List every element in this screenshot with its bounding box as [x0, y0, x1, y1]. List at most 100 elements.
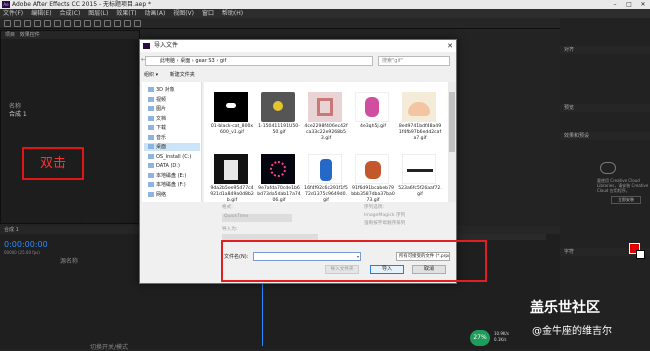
maximize-icon[interactable]: □: [622, 0, 636, 9]
text-tool-icon[interactable]: [94, 20, 101, 27]
menu-composition[interactable]: 合成(C): [59, 10, 80, 17]
pan-tool-icon[interactable]: [64, 20, 71, 27]
folder-icon: [148, 182, 154, 187]
file-item[interactable]: 4e3qh5j.gif: [351, 88, 393, 148]
tree-item[interactable]: 本地磁盘 (E:): [148, 172, 186, 180]
tree-item[interactable]: 本地磁盘 (F:): [148, 181, 186, 189]
project-tab[interactable]: 项目: [5, 32, 15, 38]
black-cat-thumb: [214, 92, 248, 122]
menu-view[interactable]: 视图(V): [173, 10, 194, 17]
file-item[interactable]: 9da2b5ee95d77c4921d1a849a0d8b2b.gif: [210, 150, 254, 202]
filename-dropdown-icon[interactable]: ▾: [357, 252, 359, 261]
menu-help[interactable]: 帮助(H): [222, 10, 243, 17]
menu-file[interactable]: 文件(F): [3, 10, 23, 17]
tool-bar: [0, 18, 650, 29]
tree-item[interactable]: 桌面: [144, 143, 200, 151]
crumb-gears3[interactable]: gear S3: [195, 58, 214, 64]
tree-item[interactable]: OS_Install (C:): [148, 153, 191, 161]
tree-item[interactable]: 图片: [148, 105, 166, 113]
search-box[interactable]: 搜索"gif": [378, 56, 450, 66]
file-item[interactable]: 1-150411191U50-50.gif: [257, 88, 300, 148]
selection-tool-icon[interactable]: [14, 20, 21, 27]
folder-icon: [148, 106, 154, 111]
hand-tool-icon[interactable]: [24, 20, 31, 27]
address-bar[interactable]: 此电脑 › 桌面 › gear S3 › gif: [145, 56, 373, 66]
file-item[interactable]: 01-black-cat_800x600_v1.gif: [210, 88, 253, 148]
stamp-tool-icon[interactable]: [114, 20, 121, 27]
file-grid: 01-black-cat_800x600_v1.gif 1-150411191U5…: [204, 82, 448, 202]
window-title: Adobe After Effects CC 2015 - 无标题项目.aep …: [12, 1, 152, 8]
crumb-desktop[interactable]: 桌面: [180, 58, 190, 64]
project-panel: 项目 效果控件 名称 合成 1: [0, 30, 140, 224]
tree-item[interactable]: 下载: [148, 124, 166, 132]
home-tool-icon[interactable]: [4, 20, 11, 27]
folder-icon: [148, 134, 154, 140]
pen-tool-icon[interactable]: [84, 20, 91, 27]
file-name: 9e7afda70cde1b6bd73da5dab17a7406.gif: [257, 186, 301, 202]
file-item[interactable]: 4ce2298f406ec42fca33c22e9268b53.gif: [304, 88, 348, 148]
import-options: 格式: QuickTime 导入为: 序列选项: ImageMagick 序列 …: [204, 202, 448, 242]
install-now-button[interactable]: 立即安装: [611, 196, 641, 204]
crumb-gif[interactable]: gif: [220, 58, 226, 64]
zoom-tool-icon[interactable]: [34, 20, 41, 27]
tree-item[interactable]: 文档: [148, 115, 166, 123]
tree-item[interactable]: 视频: [148, 96, 166, 104]
watermark-site: 盖乐世社区: [530, 300, 600, 316]
file-item[interactable]: 8ed9741bdf48a491f4fb97b6edd2cafa7.gif: [398, 88, 442, 148]
file-item[interactable]: 16f4f92c6c291f1f572d1375c9649d0.gif: [304, 150, 348, 202]
menu-bar: 文件(F) 编辑(E) 合成(C) 图层(L) 效果(T) 动画(A) 视图(V…: [0, 9, 650, 18]
preview-panel-header[interactable]: 预览: [560, 104, 650, 112]
file-name: 8ed9741bdf48a491f4fb97b6edd2cafa7.gif: [398, 124, 442, 141]
face-thumb: [402, 92, 436, 122]
import-folder-button[interactable]: 导入文件夹: [325, 265, 359, 274]
organize-button[interactable]: 组织 ▾: [144, 72, 158, 78]
menu-layer[interactable]: 图层(L): [88, 10, 108, 17]
tree-item-label: 本地磁盘 (E:): [156, 172, 187, 179]
dialog-close-icon[interactable]: ✕: [444, 40, 456, 52]
effects-controls-tab[interactable]: 效果控件: [20, 32, 40, 38]
folder-tree: 3D 对象视频 图片文档 下载音乐 桌面 OS_Install (C:) DATA (D:…: [142, 82, 202, 202]
command-bar: 组织 ▾ 新建文件夹: [144, 70, 454, 80]
stroke-color-swatch[interactable]: [636, 250, 645, 259]
filetype-select[interactable]: 所有可接受的文件 (*.prproj;*.c: [396, 252, 450, 261]
file-item[interactable]: 91f6d91bcabeb79bbb3587dba37ba073.gif: [351, 150, 395, 202]
project-item-comp[interactable]: 合成 1: [9, 109, 27, 118]
align-panel-header[interactable]: 对齐: [560, 46, 650, 54]
new-folder-button[interactable]: 新建文件夹: [170, 72, 195, 78]
file-name: 4e3qh5j.gif: [360, 124, 386, 129]
close-icon[interactable]: ✕: [636, 0, 650, 9]
tree-item[interactable]: 3D 对象: [148, 86, 175, 94]
file-item[interactable]: 9e7afda70cde1b6bd73da5dab17a7406.gif: [257, 150, 301, 202]
camera-tool-icon[interactable]: [54, 20, 61, 27]
sequence-option-1: ImageMagick 序列: [364, 213, 406, 218]
import-button[interactable]: 导入: [370, 265, 404, 274]
shape-tool-icon[interactable]: [74, 20, 81, 27]
folder-icon: [148, 172, 154, 178]
file-item[interactable]: 523a6fc5f26aaf72.gif: [398, 150, 442, 202]
timecode[interactable]: 0:00:00:00: [4, 240, 48, 249]
filename-label: 文件名(N):: [85, 217, 110, 223]
title-bar: Ae Adobe After Effects CC 2015 - 无标题项目.a…: [0, 0, 650, 9]
filename-input[interactable]: [253, 252, 361, 261]
tree-item[interactable]: 音乐: [148, 134, 166, 142]
eraser-tool-icon[interactable]: [124, 20, 131, 27]
cancel-button[interactable]: 取消: [412, 265, 446, 274]
menu-window[interactable]: 窗口: [202, 10, 214, 17]
file-scrollbar-thumb[interactable]: [449, 92, 455, 152]
menu-effect[interactable]: 效果(T): [116, 10, 136, 17]
project-panel-header: 项目 效果控件: [1, 31, 139, 39]
crumb-pc[interactable]: 此电脑: [160, 58, 175, 64]
file-name: 9da2b5ee95d77c4921d1a849a0d8b2b.gif: [210, 186, 254, 202]
tree-item[interactable]: DATA (D:): [148, 162, 180, 170]
format-value: QuickTime: [222, 214, 292, 222]
rotate-tool-icon[interactable]: [44, 20, 51, 27]
brush-tool-icon[interactable]: [104, 20, 111, 27]
dots-thumb: [261, 154, 295, 184]
effects-presets-header[interactable]: 效果和预设: [560, 132, 650, 140]
menu-animation[interactable]: 动画(A): [145, 10, 166, 17]
minimize-icon[interactable]: –: [608, 0, 622, 9]
timeline-toggle-mode[interactable]: 切换开关/模式: [90, 342, 128, 351]
menu-edit[interactable]: 编辑(E): [31, 10, 51, 17]
tree-item[interactable]: 网络: [148, 191, 166, 199]
puppet-tool-icon[interactable]: [134, 20, 141, 27]
